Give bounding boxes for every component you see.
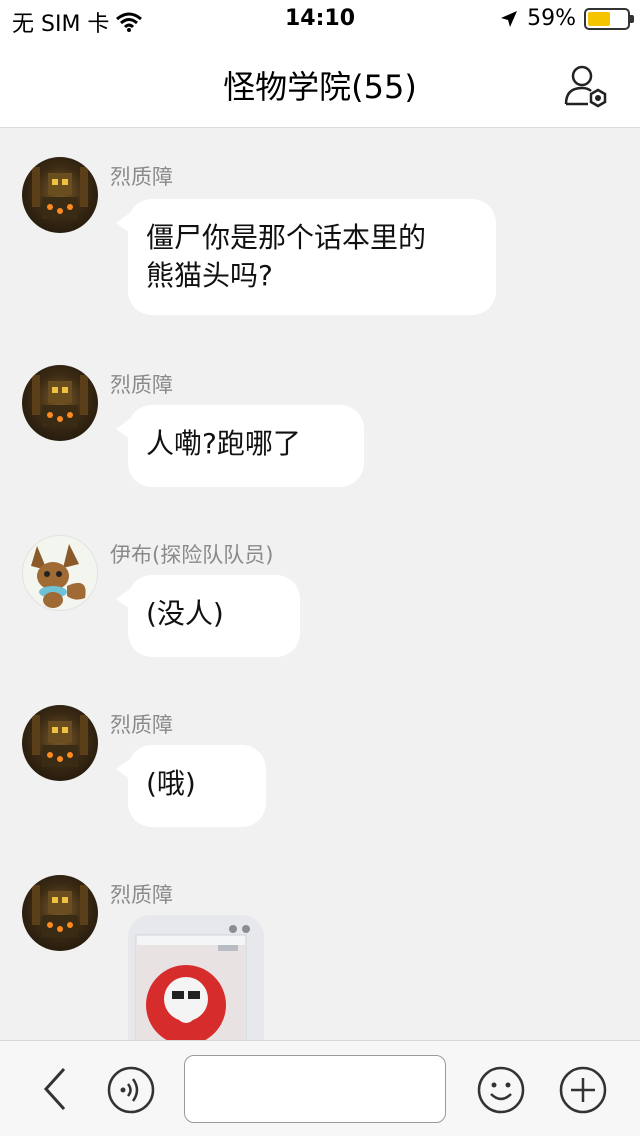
chevron-left-icon (43, 1067, 66, 1111)
message-text: (哦) (146, 767, 196, 800)
sticker-image-art (128, 915, 264, 1040)
robot-avatar-art (32, 375, 88, 427)
eevee-avatar[interactable] (22, 535, 98, 611)
sender-name: 烈质障 (110, 883, 173, 907)
message-bubble[interactable]: (哦) (116, 745, 266, 827)
battery-level (588, 11, 611, 26)
sender-name: 烈质障 (110, 373, 173, 397)
sender-name: 烈质障 (110, 165, 173, 189)
sticker-image[interactable] (128, 915, 264, 1040)
message-text: (没人) (146, 597, 224, 630)
back-button[interactable] (36, 1065, 76, 1113)
robot-avatar[interactable] (22, 157, 98, 233)
voice-button[interactable] (106, 1065, 156, 1115)
sender-name: 伊布(探险队队员) (110, 543, 274, 567)
group-settings-icon (564, 65, 607, 108)
message-text-line: 僵尸你是那个话本里的 (146, 221, 427, 254)
robot-avatar[interactable] (22, 875, 98, 951)
robot-avatar-art (32, 885, 88, 937)
chat-header: 怪物学院(55) (0, 40, 640, 128)
battery-icon (584, 7, 634, 30)
group-title: 怪物学院(55) (223, 68, 417, 106)
message-text: 人嘞?跑哪了 (146, 427, 301, 460)
robot-avatar[interactable] (22, 705, 98, 781)
robot-avatar-art (32, 715, 88, 767)
robot-avatar-art (32, 167, 88, 219)
plus-icon (559, 1066, 607, 1114)
sender-name: 烈质障 (110, 713, 173, 737)
message-input[interactable] (184, 1055, 446, 1123)
status-right: 59% (499, 6, 634, 31)
emoji-icon (477, 1066, 525, 1114)
input-bar (0, 1040, 640, 1136)
message-text-line: 熊猫头吗? (146, 259, 273, 292)
message-bubble[interactable]: 人嘞?跑哪了 (116, 405, 364, 487)
emoji-button[interactable] (476, 1065, 526, 1115)
status-bar: 无 SIM 卡 14:10 59% (0, 0, 640, 40)
robot-avatar[interactable] (22, 365, 98, 441)
voice-icon (107, 1066, 155, 1114)
message-bubble[interactable]: 僵尸你是那个话本里的 熊猫头吗? (116, 199, 496, 315)
more-button[interactable] (558, 1065, 608, 1115)
group-settings-button[interactable] (562, 62, 610, 110)
location-arrow-icon (501, 10, 518, 27)
battery-cap (630, 14, 634, 23)
eevee-avatar-art (31, 544, 86, 608)
message-list[interactable]: 烈质障 僵尸你是那个话本里的 熊猫头吗? 烈质障 人嘞?跑哪了 伊布(探险队队员… (0, 129, 640, 1040)
message-bubble[interactable]: (没人) (116, 575, 300, 657)
battery-percent: 59% (527, 6, 576, 31)
